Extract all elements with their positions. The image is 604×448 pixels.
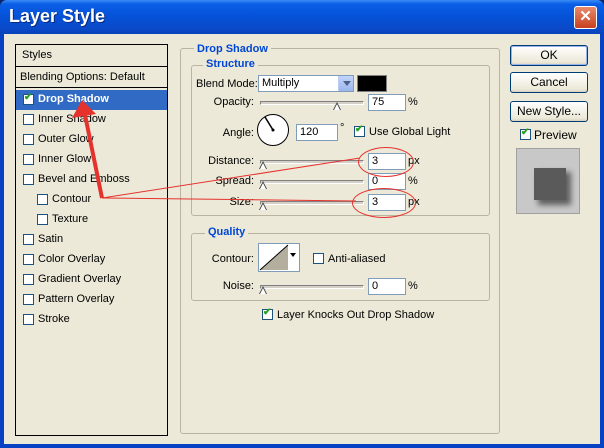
style-item-texture[interactable]: Texture — [16, 210, 167, 230]
opacity-unit: % — [408, 96, 418, 108]
style-checkbox[interactable] — [23, 254, 34, 265]
style-item-label: Contour — [52, 193, 92, 205]
angle-dial-needle-icon — [264, 116, 275, 132]
style-item-label: Texture — [52, 213, 89, 225]
spread-slider[interactable] — [260, 180, 364, 184]
style-item-label: Inner Glow — [38, 153, 92, 165]
styles-list: Styles Blending Options: Default Drop Sh… — [15, 44, 168, 436]
style-checkbox[interactable] — [37, 194, 48, 205]
style-checkbox[interactable] — [23, 294, 34, 305]
style-checkbox[interactable] — [23, 114, 34, 125]
blend-mode-value: Multiply — [262, 77, 300, 89]
style-item-outer-glow[interactable]: Outer Glow — [16, 130, 167, 150]
knockout-checkbox[interactable] — [262, 307, 273, 320]
style-checkbox[interactable] — [23, 234, 34, 245]
distance-highlight-ellipse — [358, 147, 414, 177]
style-item-contour[interactable]: Contour — [16, 190, 167, 210]
angle-label: Angle: — [222, 127, 254, 139]
angle-input[interactable]: 120 — [296, 124, 338, 141]
contour-picker[interactable] — [258, 243, 300, 272]
dialog-body: Styles Blending Options: Default Drop Sh… — [4, 34, 600, 444]
style-item-drop-shadow[interactable]: Drop Shadow — [16, 90, 167, 110]
spread-label: Spread: — [215, 175, 254, 187]
new-style-button[interactable]: New Style... — [510, 101, 588, 122]
angle-unit: ° — [340, 122, 345, 134]
style-item-label: Stroke — [38, 313, 70, 325]
structure-title: Structure — [203, 58, 258, 70]
spread-slider-thumb[interactable] — [259, 181, 267, 190]
preview-thumbnail — [516, 148, 580, 214]
style-checkbox[interactable] — [23, 92, 34, 105]
style-item-label: Outer Glow — [38, 133, 94, 145]
contour-dropdown-arrow-icon[interactable] — [290, 253, 296, 257]
style-item-satin[interactable]: Satin — [16, 230, 167, 250]
noise-slider-thumb[interactable] — [259, 286, 267, 295]
style-item-inner-glow[interactable]: Inner Glow — [16, 150, 167, 170]
anti-aliased-label[interactable]: Anti-aliased — [328, 253, 385, 265]
contour-curve-icon — [259, 244, 289, 271]
close-button[interactable]: ✕ — [574, 6, 597, 29]
opacity-label: Opacity: — [213, 96, 254, 108]
style-item-inner-shadow[interactable]: Inner Shadow — [16, 110, 167, 130]
noise-label: Noise: — [222, 280, 254, 292]
style-item-stroke[interactable]: Stroke — [16, 310, 167, 330]
noise-slider[interactable] — [260, 285, 364, 289]
style-item-label: Drop Shadow — [38, 93, 109, 105]
shadow-color-swatch[interactable] — [357, 75, 387, 92]
style-checkbox[interactable] — [23, 154, 34, 165]
style-item-label: Gradient Overlay — [38, 273, 122, 285]
style-item-label: Inner Shadow — [38, 113, 106, 125]
angle-dial[interactable] — [257, 114, 289, 146]
blend-mode-select[interactable]: Multiply — [258, 75, 354, 92]
window-title: Layer Style — [9, 6, 106, 26]
style-checkbox[interactable] — [23, 274, 34, 285]
size-slider-thumb[interactable] — [259, 202, 267, 211]
preview-label[interactable]: Preview — [534, 128, 577, 142]
style-item-color-overlay[interactable]: Color Overlay — [16, 250, 167, 270]
distance-slider[interactable] — [260, 160, 364, 164]
style-item-label: Color Overlay — [38, 253, 106, 265]
chevron-down-icon — [338, 76, 353, 91]
style-item-label: Bevel and Emboss — [38, 173, 130, 185]
style-item-label: Pattern Overlay — [38, 293, 115, 305]
blend-mode-label: Blend Mode: — [196, 78, 258, 90]
opacity-input[interactable]: 75 — [368, 94, 406, 111]
noise-input[interactable]: 0 — [368, 278, 406, 295]
styles-header[interactable]: Styles — [16, 45, 167, 67]
blending-options-item[interactable]: Blending Options: Default — [16, 67, 167, 88]
spread-unit: % — [408, 175, 418, 187]
use-global-light-label[interactable]: Use Global Light — [369, 126, 450, 138]
size-slider[interactable] — [260, 201, 364, 205]
title-bar[interactable]: Layer Style ✕ — [0, 0, 604, 34]
opacity-slider-thumb[interactable] — [333, 102, 341, 111]
contour-label: Contour: — [211, 253, 254, 265]
drop-shadow-title: Drop Shadow — [194, 43, 271, 55]
quality-title: Quality — [205, 226, 249, 238]
style-item-gradient-overlay[interactable]: Gradient Overlay — [16, 270, 167, 290]
ok-button[interactable]: OK — [510, 45, 588, 66]
noise-unit: % — [408, 280, 418, 292]
size-highlight-ellipse — [352, 188, 416, 218]
cancel-button[interactable]: Cancel — [510, 72, 588, 93]
preview-checkbox[interactable] — [520, 127, 531, 140]
preview-swatch — [534, 168, 566, 200]
style-checkbox[interactable] — [23, 314, 34, 325]
style-item-pattern-overlay[interactable]: Pattern Overlay — [16, 290, 167, 310]
size-label: Size: — [229, 196, 254, 208]
style-item-bevel-and-emboss[interactable]: Bevel and Emboss — [16, 170, 167, 190]
use-global-light-checkbox[interactable] — [354, 124, 365, 137]
distance-label: Distance: — [208, 155, 254, 167]
style-item-label: Satin — [38, 233, 64, 245]
opacity-slider[interactable] — [260, 101, 364, 105]
knockout-label[interactable]: Layer Knocks Out Drop Shadow — [277, 309, 434, 321]
layer-style-dialog: Layer Style ✕ Styles Blending Options: D… — [0, 0, 604, 448]
style-checkbox[interactable] — [23, 134, 34, 145]
distance-slider-thumb[interactable] — [259, 161, 267, 170]
style-checkbox[interactable] — [23, 174, 34, 185]
anti-aliased-checkbox[interactable] — [313, 253, 324, 264]
style-checkbox[interactable] — [37, 214, 48, 225]
